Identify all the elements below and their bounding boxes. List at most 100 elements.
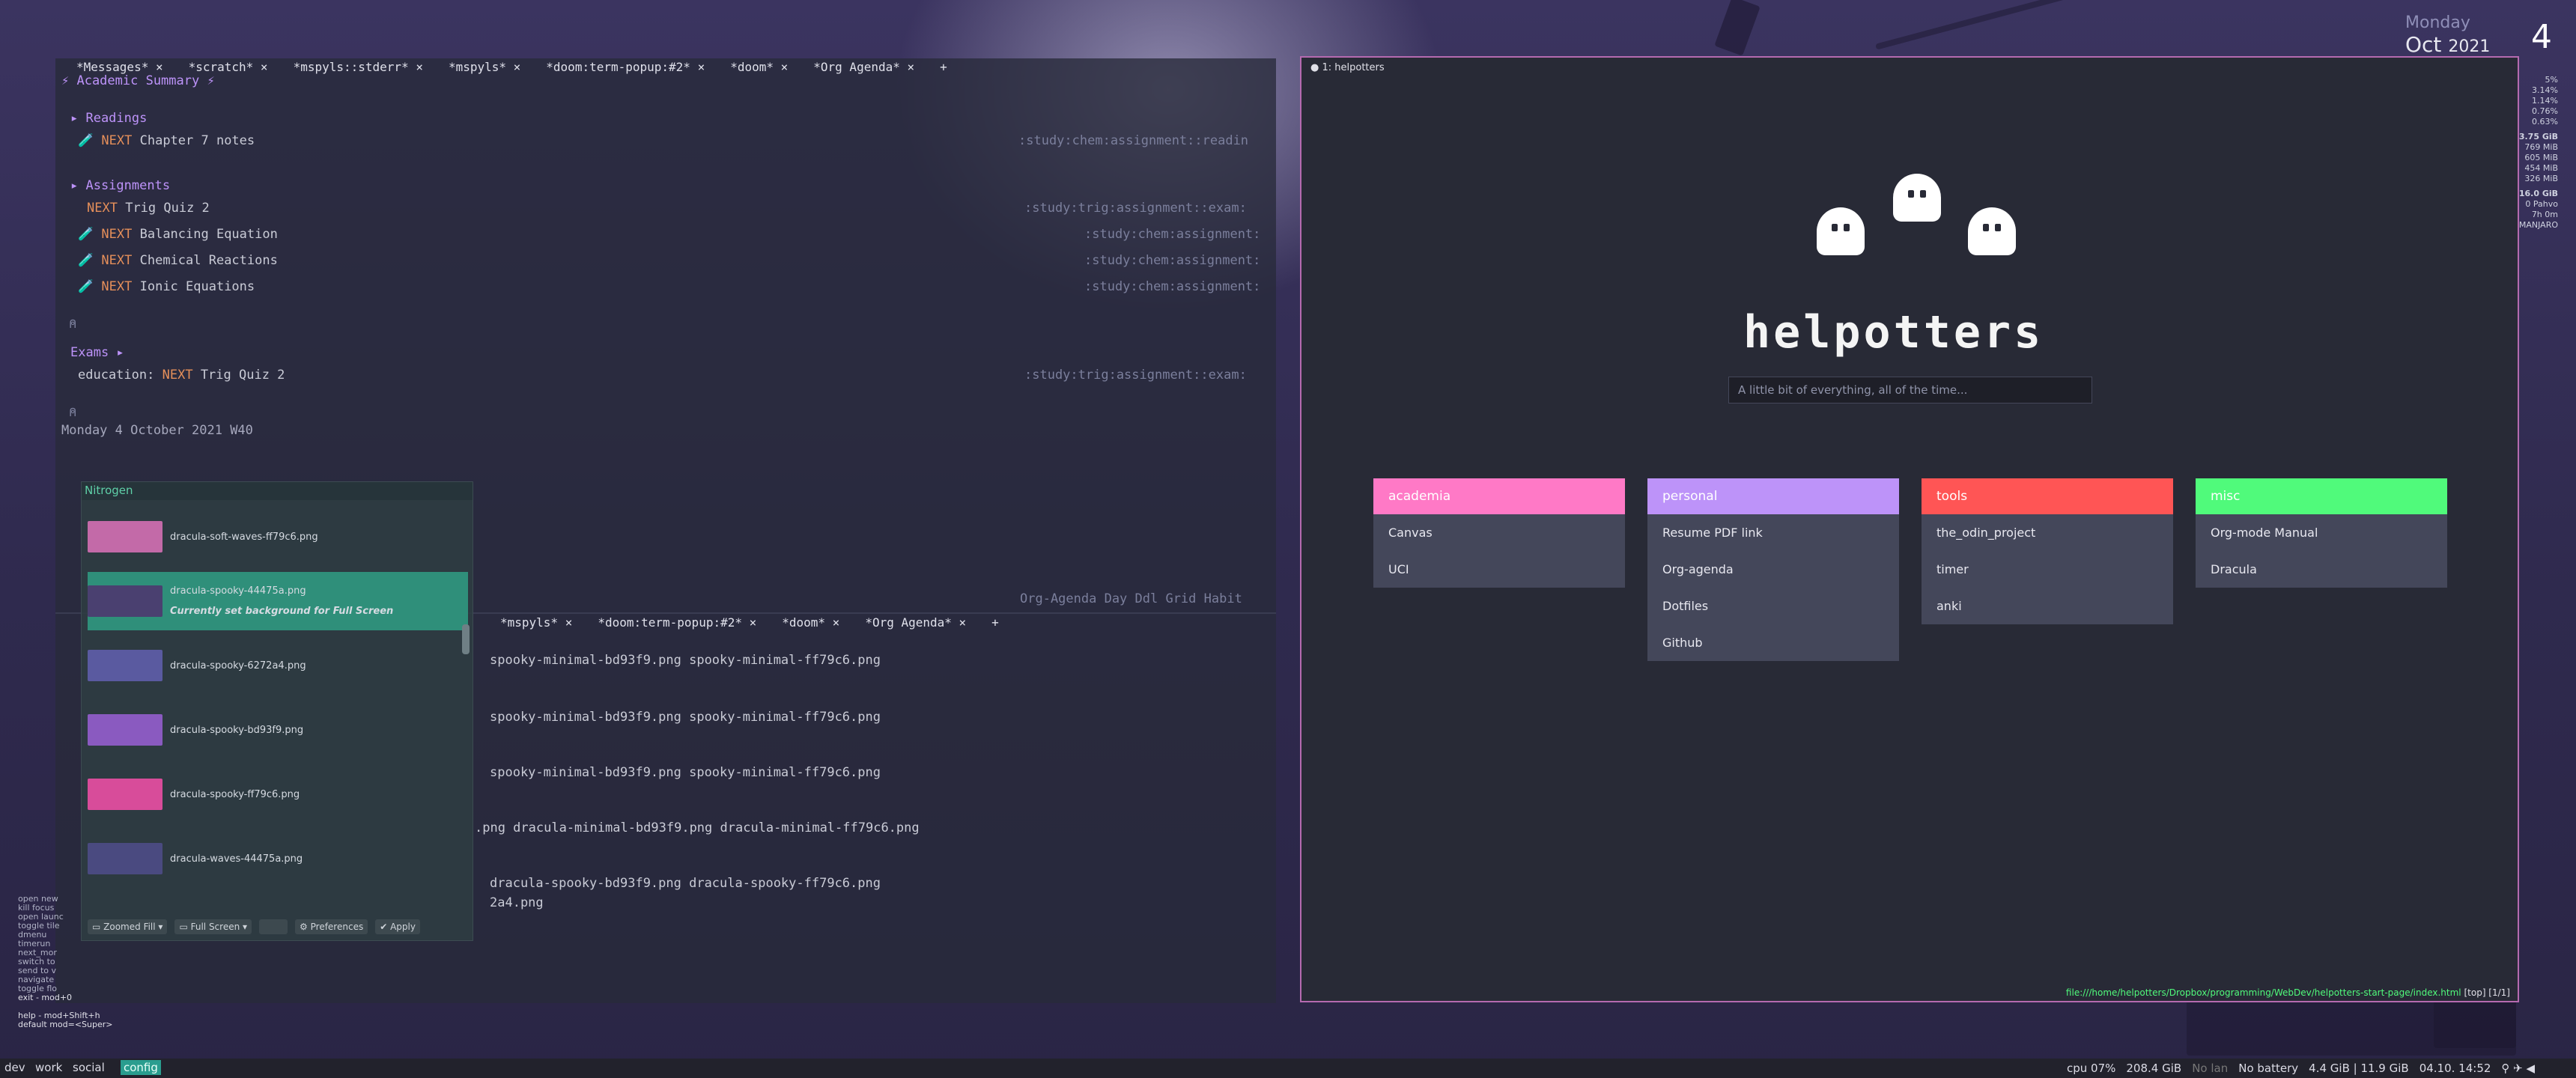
card-header: misc	[2196, 478, 2447, 514]
wallpaper-thumbnail	[88, 714, 162, 746]
wallpaper-note: Currently set background for Full Screen	[170, 606, 394, 617]
workspace-dev[interactable]: dev	[1, 1060, 28, 1075]
emacs-tab[interactable]: *doom:term-popup:#2* ×	[535, 60, 715, 74]
workspace-social[interactable]: social	[70, 1060, 108, 1075]
card-link[interactable]: timer	[1922, 551, 2173, 588]
nitrogen-toolbar: ▭ Zoomed Fill ▾ ▭ Full Screen ▾ ⚙ Prefer…	[82, 913, 479, 940]
assignment-title: Ionic Equations	[139, 279, 255, 294]
keybind-line: exit - mod+0	[18, 993, 73, 1002]
workspace-work[interactable]: work	[32, 1060, 65, 1075]
emacs-tab[interactable]: *scratch* ×	[178, 60, 279, 74]
wallpaper-item[interactable]: dracula-spooky-6272a4.png	[88, 636, 468, 695]
emacs-tab[interactable]: *doom* ×	[720, 60, 798, 74]
readings-tags: :study:chem:assignment::readin	[1018, 133, 1249, 148]
ghost-icon	[1817, 207, 1865, 255]
term-tab[interactable]: +	[981, 615, 1009, 630]
term-tab[interactable]: *doom* ×	[771, 615, 850, 630]
link-card-misc: misc Org-mode Manual Dracula	[2196, 478, 2447, 588]
terminal-line: .png dracula-minimal-bd93f9.png dracula-…	[475, 820, 920, 835]
term-tabbar: *mspyls* × *doom:term-popup:#2* × *doom* ×…	[490, 614, 1009, 630]
ghost-icon	[1968, 207, 2016, 255]
nitrogen-title: Nitrogen	[82, 482, 473, 500]
emacs-tab[interactable]: *Org Agenda* ×	[803, 60, 925, 74]
browser-window[interactable]: ● 1: helpotters helpotters A little bit …	[1300, 56, 2519, 1002]
battery-indicator: No battery	[2238, 1062, 2299, 1075]
terminal-line: spooky-minimal-bd93f9.png spooky-minimal…	[490, 765, 881, 780]
assignment-tags: :study:chem:assignment:	[1084, 279, 1261, 294]
link-card-personal: personal Resume PDF link Org-agenda Dotfile…	[1647, 478, 1899, 661]
preferences-button[interactable]: ⚙ Preferences	[295, 919, 368, 934]
card-link[interactable]: Org-agenda	[1647, 551, 1899, 588]
assignment-title: Chemical Reactions	[139, 253, 278, 268]
wallpaper-filename: dracula-spooky-6272a4.png	[170, 660, 306, 672]
browser-tab[interactable]: ● 1: helpotters	[1310, 62, 1385, 73]
wallpaper-filename: dracula-waves-44475a.png	[170, 853, 303, 865]
wallpaper-filename: dracula-spooky-ff79c6.png	[170, 788, 300, 800]
card-link[interactable]: Canvas	[1373, 514, 1625, 551]
system-monitor: 5% 3.14% 1.14% 0.76% 0.63% 3.75 GiB 769 MiB 605…	[2516, 75, 2558, 231]
card-link[interactable]: the_odin_project	[1922, 514, 2173, 551]
sys-stat: MANJARO	[2518, 220, 2558, 230]
card-header: academia	[1373, 478, 1625, 514]
tray-icons[interactable]: ⚲ ✈ ◀	[2501, 1062, 2535, 1075]
todo-keyword: NEXT	[101, 227, 133, 242]
assignment-item[interactable]: 🧪 NEXT Ionic Equations	[78, 279, 255, 294]
terminal-line: spooky-minimal-bd93f9.png spooky-minimal…	[490, 710, 881, 725]
emacs-tab[interactable]: *mspyls::stderr* ×	[283, 60, 434, 74]
apply-button[interactable]: ✔ Apply	[375, 919, 420, 934]
term-tab[interactable]: *mspyls* ×	[490, 615, 583, 630]
wallpaper-thumbnail	[88, 521, 162, 552]
emacs-tab[interactable]: +	[929, 60, 958, 74]
card-link[interactable]: Dracula	[2196, 551, 2447, 588]
screen-select[interactable]: ▭ Full Screen ▾	[174, 919, 252, 934]
card-header: personal	[1647, 478, 1899, 514]
card-link[interactable]: Org-mode Manual	[2196, 514, 2447, 551]
readings-heading[interactable]: ▸ Readings	[70, 111, 147, 126]
keybind-line: default mod=<Super>	[18, 1020, 113, 1029]
assignment-item[interactable]: 🧪 NEXT Balancing Equation	[78, 227, 278, 242]
wallpaper-item[interactable]: dracula-waves-44475a.png	[88, 829, 468, 888]
disk-indicator: 208.4 GiB	[2126, 1062, 2182, 1075]
wallpaper-filename: dracula-soft-waves-ff79c6.png	[170, 531, 318, 543]
assignment-item[interactable]: 🧪 NEXT Chemical Reactions	[78, 253, 278, 268]
sys-stat: 0 Pahvo	[2525, 199, 2558, 209]
card-link[interactable]: UCI	[1373, 551, 1625, 588]
card-link[interactable]: anki	[1922, 588, 2173, 624]
workspace-config[interactable]: config	[121, 1060, 161, 1075]
memory-indicator: 4.4 GiB | 11.9 GiB	[2309, 1062, 2409, 1075]
emacs-tabbar: *Messages* × *scratch* × *mspyls::stderr* …	[66, 58, 958, 75]
datetime-indicator: 04.10. 14:52	[2419, 1062, 2491, 1075]
term-tab[interactable]: *Org Agenda* ×	[854, 615, 976, 630]
nitrogen-window[interactable]: Nitrogen dracula-soft-waves-ff79c6.png dr…	[81, 481, 473, 941]
assignments-heading[interactable]: ▸ Assignments	[70, 178, 170, 193]
exams-heading[interactable]: Exams ▸	[70, 345, 124, 360]
card-link[interactable]: Dotfiles	[1647, 588, 1899, 624]
nitrogen-scrollbar[interactable]	[462, 624, 470, 654]
wallpaper-thumbnail	[88, 650, 162, 681]
term-tab[interactable]: *doom:term-popup:#2* ×	[587, 615, 767, 630]
wallpaper-item[interactable]: dracula-spooky-bd93f9.png	[88, 701, 468, 759]
wallpaper-item[interactable]: dracula-spooky-44475a.png Currently set b…	[88, 572, 468, 630]
sys-stat: 7h 0m	[2531, 210, 2558, 219]
emacs-tab[interactable]: *mspyls* ×	[438, 60, 531, 74]
clock-weekday: Monday	[2405, 13, 2470, 32]
sys-stat: 1.14%	[2532, 96, 2558, 106]
search-input[interactable]: A little bit of everything, all of the t…	[1728, 377, 2092, 404]
sys-stat: 605 MiB	[2524, 153, 2558, 162]
wallpaper-item[interactable]: dracula-soft-waves-ff79c6.png	[88, 508, 468, 566]
assignment-item[interactable]: NEXT Trig Quiz 2	[87, 201, 210, 216]
terminal-line: 2a4.png	[490, 895, 544, 910]
emacs-tab[interactable]: *Messages* ×	[66, 60, 174, 74]
color-swatch[interactable]	[259, 919, 288, 934]
card-link[interactable]: Github	[1647, 624, 1899, 661]
card-link[interactable]: Resume PDF link	[1647, 514, 1899, 551]
wallpaper-thumbnail	[88, 843, 162, 874]
sys-stat: 769 MiB	[2524, 142, 2558, 152]
link-card-academia: academia Canvas UCI	[1373, 478, 1625, 588]
readings-item[interactable]: 🧪 NEXT Chapter 7 notes	[78, 133, 255, 148]
wallpaper-item[interactable]: dracula-spooky-ff79c6.png	[88, 765, 468, 823]
todo-keyword: NEXT	[101, 279, 133, 294]
sys-stat: 16.0 GiB	[2518, 189, 2558, 198]
person-icon: ⍝	[69, 405, 77, 420]
exams-item[interactable]: education: NEXT Trig Quiz 2	[78, 368, 285, 383]
